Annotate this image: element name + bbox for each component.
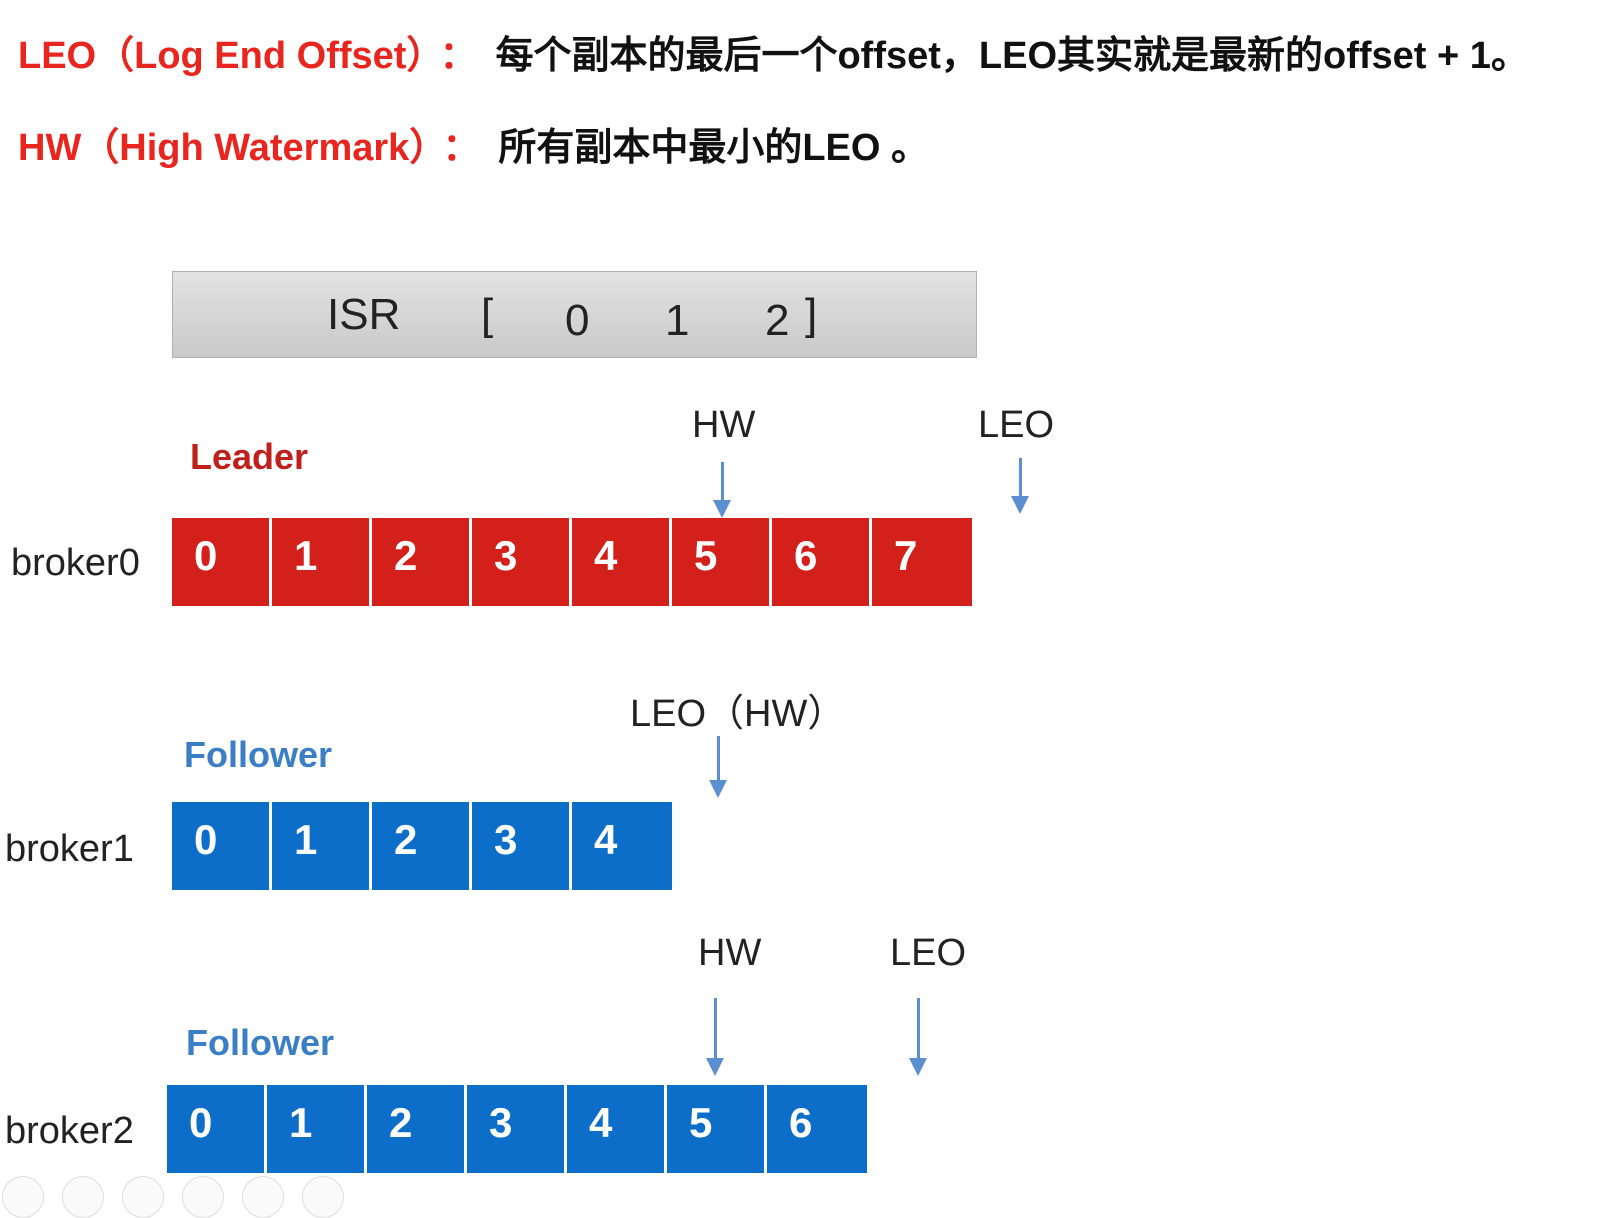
broker2-hw-label: HW (698, 932, 762, 974)
broker0-leo-label: LEO (978, 404, 1055, 446)
broker1-leo-arrow-icon (708, 736, 728, 798)
broker1-offset-cell: 1 (272, 802, 372, 890)
broker2-offset-cell: 2 (367, 1085, 467, 1173)
more-icon[interactable] (302, 1176, 344, 1218)
isr-open-bracket: [ (481, 290, 494, 339)
leo-description: 每个副本的最后一个offset，LEO其实就是最新的offset + 1。 (495, 35, 1529, 77)
broker0-label: broker0 (11, 542, 140, 584)
broker0-offset-cell: 7 (872, 518, 972, 606)
broker1-offset-cell: 4 (572, 802, 672, 890)
follower-role-label: Follower (186, 1022, 335, 1063)
broker2-offset-cell: 6 (767, 1085, 867, 1173)
hw-term: HW（High Watermark） (18, 127, 429, 169)
broker0-log: 01234567 (172, 518, 972, 606)
broker0-offset-cell: 0 (172, 518, 272, 606)
slides-icon[interactable] (182, 1176, 224, 1218)
isr-replica-id: 0 (565, 296, 590, 345)
isr-label: ISR (327, 290, 401, 339)
presentation-toolbar (2, 1176, 344, 1218)
leo-colon: ： (439, 35, 478, 77)
broker2-hw-arrow-icon (705, 998, 725, 1078)
broker2-leo-label: LEO (890, 932, 967, 974)
broker0-offset-cell: 6 (772, 518, 872, 606)
broker0-offset-cell: 1 (272, 518, 372, 606)
broker0-offset-cell: 4 (572, 518, 672, 606)
broker2-offset-cell: 5 (667, 1085, 767, 1173)
isr-replica-id: 1 (665, 296, 690, 345)
broker0-offset-cell: 5 (672, 518, 772, 606)
hw-description: 所有副本中最小的LEO 。 (498, 127, 930, 169)
broker0-hw-label: HW (692, 404, 756, 446)
broker1-offset-cell: 3 (472, 802, 572, 890)
broker1-log: 01234 (172, 802, 672, 890)
broker1-offset-cell: 0 (172, 802, 272, 890)
broker2-offset-cell: 0 (167, 1085, 267, 1173)
hw-definition: HW（High Watermark） ： 所有副本中最小的LEO 。 (18, 116, 929, 171)
leader-role-label: Leader (190, 436, 309, 477)
follower-role-label: Follower (184, 734, 333, 775)
isr-close-bracket: ] (805, 290, 818, 339)
prev-icon[interactable] (2, 1176, 44, 1218)
broker2-log: 0123456 (167, 1085, 867, 1173)
broker2-leo-arrow-icon (908, 998, 928, 1078)
broker2-offset-cell: 3 (467, 1085, 567, 1173)
zoom-icon[interactable] (242, 1176, 284, 1218)
next-icon[interactable] (62, 1176, 104, 1218)
broker0-hw-arrow-icon (712, 462, 732, 518)
broker2-label: broker2 (5, 1110, 134, 1152)
broker1-offset-cell: 2 (372, 802, 472, 890)
leo-definition: LEO（Log End Offset） ： 每个副本的最后一个offset，LEO其… (18, 24, 1529, 79)
broker1-label: broker1 (5, 828, 134, 870)
isr-bar: ISR [ 0 1 2 ] (172, 271, 977, 358)
broker0-offset-cell: 3 (472, 518, 572, 606)
broker0-offset-cell: 2 (372, 518, 472, 606)
broker1-leo-hw-label: LEO（HW） (630, 693, 846, 735)
hw-colon: ： (442, 127, 481, 169)
broker2-offset-cell: 1 (267, 1085, 367, 1173)
broker0-leo-arrow-icon (1010, 458, 1030, 514)
pen-icon[interactable] (122, 1176, 164, 1218)
isr-replica-id: 2 (765, 296, 790, 345)
leo-term: LEO（Log End Offset） (18, 35, 426, 77)
broker2-offset-cell: 4 (567, 1085, 667, 1173)
